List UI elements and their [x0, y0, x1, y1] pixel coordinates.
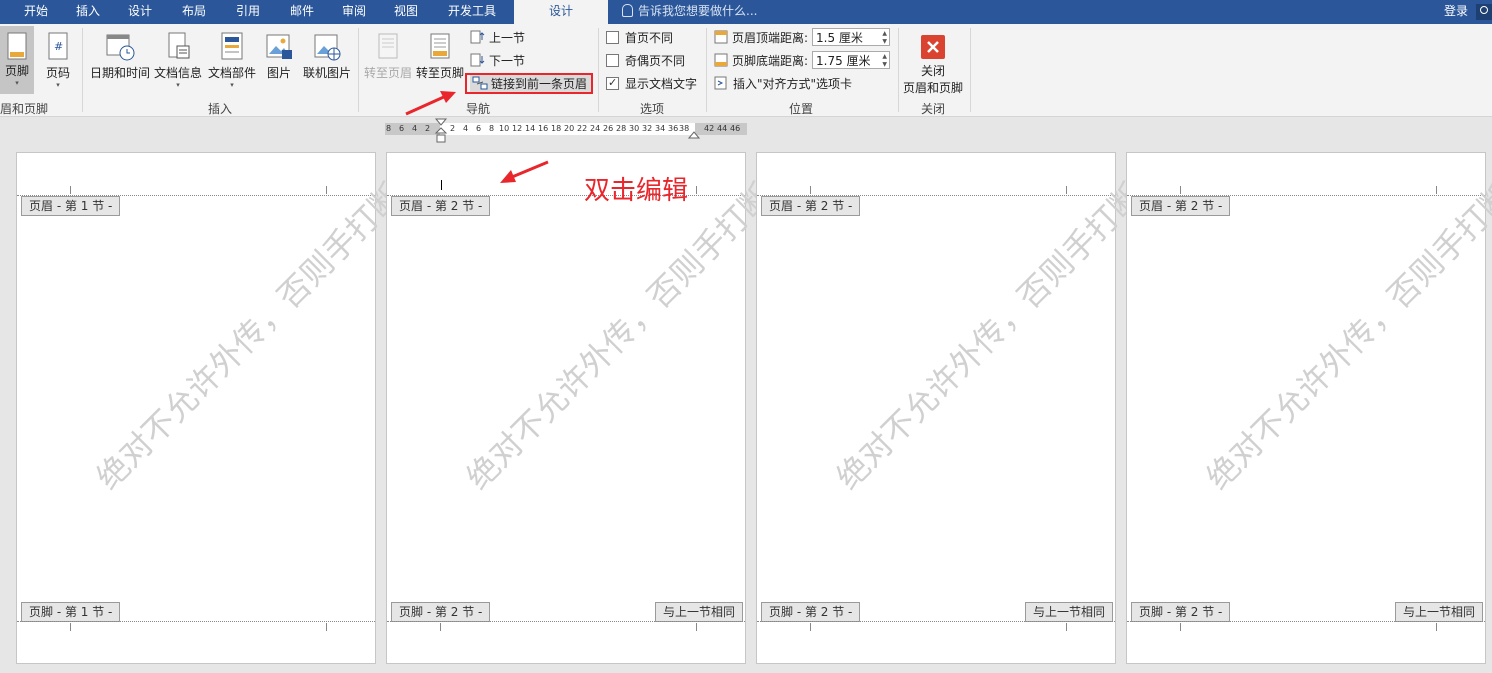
annotation-arrows — [405, 91, 549, 183]
double-click-edit-annotation: 双击编辑 — [584, 176, 689, 206]
arrow-to-header — [500, 160, 549, 183]
arrow-to-link-button — [405, 91, 456, 116]
